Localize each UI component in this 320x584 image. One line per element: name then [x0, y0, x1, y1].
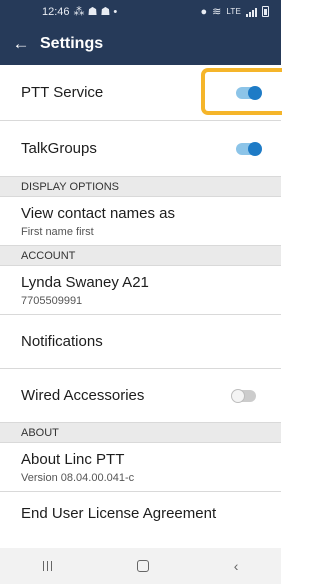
system-nav-bar: ‹: [0, 548, 281, 584]
notifications-row[interactable]: Notifications: [0, 315, 281, 369]
status-right: ● ≋ LTE: [200, 5, 269, 18]
view-contact-names-row[interactable]: View contact names as First name first: [0, 197, 281, 246]
talkgroups-toggle[interactable]: [236, 141, 262, 156]
display-options-header: DISPLAY OPTIONS: [0, 177, 281, 197]
recents-icon[interactable]: [42, 561, 52, 571]
wifi-icon: ≋: [212, 6, 222, 18]
nav-back-icon[interactable]: ‹: [234, 558, 239, 574]
talkgroups-row[interactable]: TalkGroups: [0, 121, 281, 177]
status-left: 12:46 ⁂ ☗ ☗ •: [42, 5, 118, 19]
status-bar: 12:46 ⁂ ☗ ☗ • ● ≋ LTE: [0, 0, 281, 23]
ptt-service-label: PTT Service: [21, 84, 104, 101]
status-time: 12:46: [42, 5, 70, 18]
eula-label: End User License Agreement: [21, 505, 217, 522]
wired-accessories-label: Wired Accessories: [21, 387, 145, 404]
account-row[interactable]: Lynda Swaney A21 7705509991: [0, 266, 281, 315]
about-label: About Linc PTT: [21, 450, 125, 468]
view-contact-names-value: First name first: [21, 225, 94, 238]
location-icon: ●: [200, 5, 208, 18]
network-type: LTE: [226, 7, 241, 16]
page-title: Settings: [40, 35, 104, 52]
view-contact-names-label: View contact names as: [21, 204, 175, 222]
signal-icon: [246, 7, 257, 17]
wired-accessories-row[interactable]: Wired Accessories: [0, 369, 281, 423]
app-bar: ← Settings: [0, 23, 281, 65]
home-icon[interactable]: [136, 560, 149, 572]
eula-row[interactable]: End User License Agreement: [0, 492, 281, 524]
toggle-knob: [231, 388, 245, 403]
battery-icon: [262, 6, 269, 17]
about-row[interactable]: About Linc PTT Version 08.04.00.041-c: [0, 443, 281, 492]
highlight-box: [201, 68, 282, 115]
account-number: 7705509991: [21, 294, 83, 307]
notifications-label: Notifications: [21, 333, 103, 350]
arrow-left-icon[interactable]: ←: [8, 31, 34, 57]
account-name: Lynda Swaney A21: [21, 273, 149, 291]
about-header: ABOUT: [0, 423, 281, 443]
wired-accessories-toggle[interactable]: [231, 388, 256, 403]
account-header: ACCOUNT: [0, 246, 281, 266]
talkgroups-label: TalkGroups: [21, 140, 97, 157]
toggle-knob: [248, 141, 262, 156]
notification-icons: ⁂ ☗ ☗ •: [73, 6, 118, 18]
app-version: Version 08.04.00.041-c: [21, 471, 135, 484]
